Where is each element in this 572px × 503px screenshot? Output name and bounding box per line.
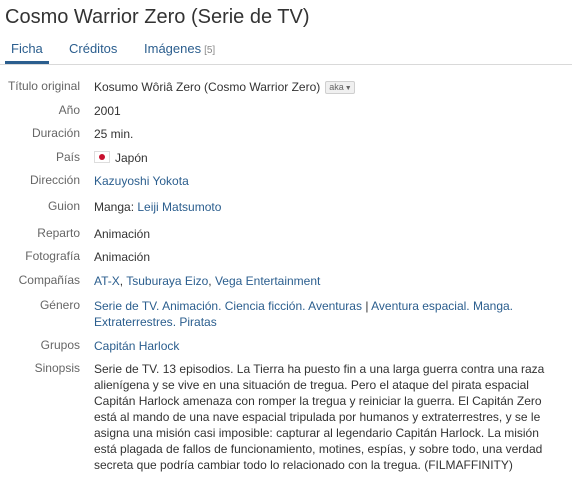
synopsis-text: Serie de TV. 13 episodios. La Tierra ha … [94, 362, 545, 472]
director-link[interactable]: Kazuyoshi Yokota [94, 174, 189, 188]
guion-prefix: Manga: [94, 200, 135, 214]
aka-dropdown[interactable]: aka▼ [325, 81, 355, 95]
tab-imagenes-count: [5] [204, 45, 216, 56]
company-link[interactable]: AT-X [94, 274, 120, 288]
japan-flag-icon [94, 151, 110, 163]
genre-link[interactable]: Aventuras [308, 299, 362, 313]
label-reparto: Reparto [37, 226, 80, 240]
country-name: Japón [115, 151, 148, 165]
topic-link[interactable]: Manga [473, 299, 510, 313]
value-direccion: Kazuyoshi Yokota [94, 173, 560, 189]
label-guion: Guion [47, 199, 80, 213]
topic-link[interactable]: Extraterrestres [94, 315, 173, 329]
tab-ficha[interactable]: Ficha [5, 38, 49, 64]
value-anio: 2001 [94, 104, 121, 118]
label-grupos: Grupos [40, 338, 80, 352]
original-title-text: Kosumo Wôriâ Zero (Cosmo Warrior Zero) [94, 80, 321, 94]
genre-link[interactable]: Ciencia ficción [225, 299, 302, 313]
genre-link[interactable]: Serie de TV [94, 299, 156, 313]
aka-label: aka [329, 82, 344, 93]
label-direccion: Dirección [29, 173, 80, 187]
page-title: Cosmo Warrior Zero (Serie de TV) [5, 6, 310, 28]
company-link[interactable]: Vega Entertainment [215, 274, 320, 288]
value-guion: Manga: Leiji Matsumoto [94, 199, 560, 215]
value-duracion: 25 min. [94, 127, 134, 141]
label-fotografia: Fotografía [25, 249, 80, 263]
value-grupos: Capitán Harlock [94, 338, 560, 354]
tab-bar: Ficha Créditos Imágenes [5] [0, 38, 572, 65]
value-titulo-original: Kosumo Wôriâ Zero (Cosmo Warrior Zero) ak… [94, 79, 560, 95]
tab-imagenes-label: Imágenes [144, 41, 202, 56]
label-sinopsis: Sinopsis [34, 361, 80, 375]
tab-imagenes[interactable]: Imágenes [5] [144, 38, 215, 64]
label-duracion: Duración [31, 126, 80, 140]
value-pais: Japón [94, 150, 560, 166]
tab-creditos[interactable]: Créditos [69, 38, 117, 64]
topic-link[interactable]: Aventura espacial [371, 299, 466, 313]
writer-link[interactable]: Leiji Matsumoto [137, 200, 221, 214]
label-companias: Compañías [18, 273, 80, 287]
genre-link[interactable]: Animación [162, 299, 218, 313]
value-reparto: Animación [94, 227, 151, 241]
value-fotografia: Animación [94, 250, 151, 264]
topic-link[interactable]: Piratas [179, 315, 216, 329]
genre-separator: | [365, 299, 369, 313]
chevron-down-icon: ▼ [344, 85, 352, 93]
label-genero: Género [39, 298, 80, 312]
value-genero: Serie de TV. Animación. Ciencia ficción.… [94, 299, 514, 329]
value-companias: AT-X, Tsuburaya Eizo, Vega Entertainment [94, 274, 321, 288]
group-link[interactable]: Capitán Harlock [94, 339, 179, 353]
company-link[interactable]: Tsuburaya Eizo [126, 274, 208, 288]
label-anio: Año [58, 103, 80, 117]
label-titulo-original: Título original [7, 79, 80, 93]
label-pais: País [55, 150, 80, 164]
